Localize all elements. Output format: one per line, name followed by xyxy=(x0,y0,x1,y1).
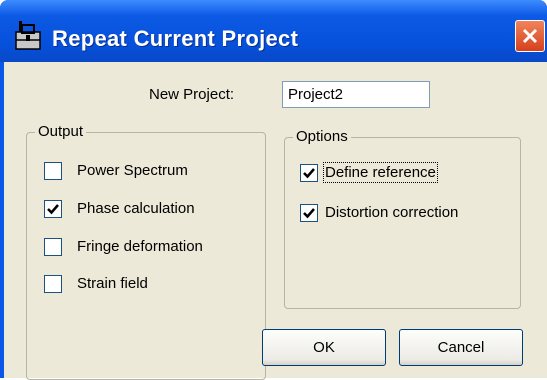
power-spectrum-label[interactable]: Power Spectrum xyxy=(77,162,188,179)
options-legend: Options xyxy=(293,128,351,145)
fringe-deformation-label[interactable]: Fringe deformation xyxy=(77,238,203,255)
power-spectrum-checkbox[interactable] xyxy=(44,162,62,180)
define-reference-checkbox[interactable] xyxy=(300,164,318,182)
strain-field-checkbox[interactable] xyxy=(44,275,62,293)
output-legend: Output xyxy=(35,123,87,140)
close-icon xyxy=(522,28,538,44)
fringe-deformation-checkbox[interactable] xyxy=(44,238,62,256)
dialog-body: New Project: Project2 Output Options Pow… xyxy=(4,62,547,380)
title-bar[interactable]: Repeat Current Project xyxy=(0,0,547,62)
new-project-input[interactable]: Project2 xyxy=(282,81,430,108)
cancel-button[interactable]: Cancel xyxy=(399,329,523,366)
toolbox-icon xyxy=(15,21,41,50)
distortion-correction-label[interactable]: Distortion correction xyxy=(325,204,458,221)
checkmark-icon xyxy=(47,204,59,215)
close-button[interactable] xyxy=(515,20,545,52)
checkmark-icon xyxy=(303,208,315,219)
phase-calculation-checkbox[interactable] xyxy=(44,200,62,218)
checkmark-icon xyxy=(303,168,315,179)
new-project-label: New Project: xyxy=(149,86,235,103)
strain-field-label[interactable]: Strain field xyxy=(77,275,148,292)
options-group: Options xyxy=(284,128,521,309)
window-title: Repeat Current Project xyxy=(52,26,299,51)
dialog-window: Repeat Current Project New Project: Proj… xyxy=(0,0,547,380)
phase-calculation-label[interactable]: Phase calculation xyxy=(77,200,195,217)
distortion-correction-checkbox[interactable] xyxy=(300,204,318,222)
define-reference-label[interactable]: Define reference xyxy=(323,162,438,183)
ok-button[interactable]: OK xyxy=(262,329,386,366)
